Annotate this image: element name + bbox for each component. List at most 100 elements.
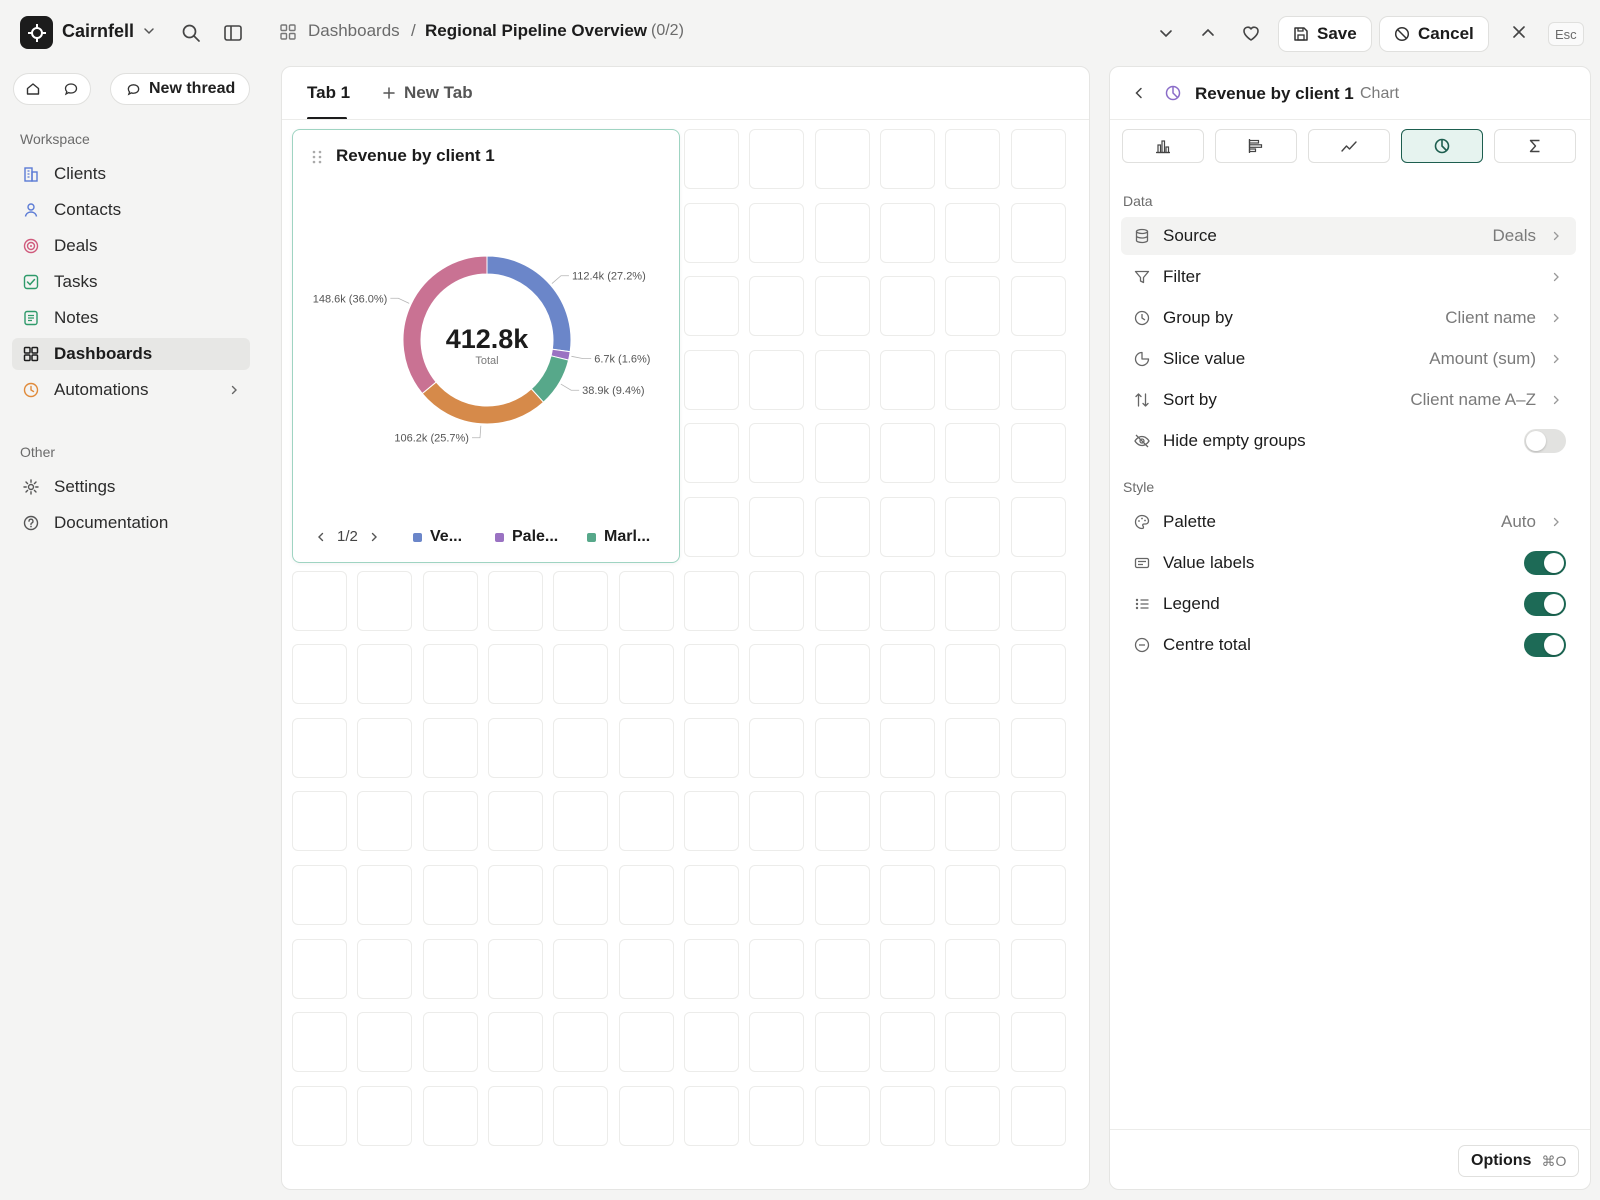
grid-cell [749, 938, 804, 999]
hide-empty-groups-row: Hide empty groups [1121, 422, 1576, 460]
sidebar-item-contacts[interactable]: Contacts [12, 194, 250, 226]
row-value: Auto [1501, 512, 1536, 531]
legend-item[interactable]: Ve... [413, 528, 462, 546]
grid-cell [1011, 938, 1066, 999]
chart-type-horizontal-bar-button[interactable] [1215, 129, 1297, 163]
close-icon[interactable] [1510, 23, 1528, 41]
person-icon [22, 201, 40, 219]
sidebar-item-label: Notes [54, 308, 99, 327]
new-thread-label: New thread [149, 80, 236, 97]
new-thread-button[interactable]: New thread [110, 73, 250, 105]
sort-by-row[interactable]: Sort by Client name A–Z [1121, 381, 1576, 419]
hide-empty-groups-toggle[interactable] [1524, 429, 1566, 453]
centre-total-toggle[interactable] [1524, 633, 1566, 657]
legend-item[interactable]: Marl... [587, 528, 650, 546]
chart-widget[interactable]: Revenue by client 1 112.4k (27.2%) 6.7k (… [292, 129, 680, 563]
chevron-down-icon[interactable] [142, 24, 156, 38]
database-icon [1133, 227, 1151, 245]
sort-icon [1133, 391, 1151, 409]
chevron-right-icon[interactable] [368, 531, 380, 543]
filter-row[interactable]: Filter [1121, 258, 1576, 296]
legend-toggle[interactable] [1524, 592, 1566, 616]
row-value: Amount (sum) [1429, 349, 1536, 368]
options-shortcut: ⌘O [1541, 1152, 1567, 1169]
heart-icon[interactable] [1241, 23, 1261, 43]
grid-cell [880, 791, 935, 852]
sidebar-item-tasks[interactable]: Tasks [12, 266, 250, 298]
dashboard-grid-icon [279, 23, 297, 41]
grid-cell [749, 129, 804, 189]
chat-bubble-icon[interactable] [52, 81, 90, 97]
chevron-right-icon [1550, 230, 1562, 242]
cancel-button[interactable]: Cancel [1379, 16, 1489, 52]
legend-label: Marl... [604, 528, 651, 545]
chart-type-sum-button[interactable] [1494, 129, 1576, 163]
save-button[interactable]: Save [1278, 16, 1372, 52]
eye-off-icon [1133, 432, 1151, 450]
options-button[interactable]: Options ⌘O [1458, 1145, 1580, 1177]
grid-cell [684, 1012, 739, 1073]
sidebar-item-documentation[interactable]: Documentation [12, 507, 250, 539]
grid-cell [945, 570, 1000, 631]
slice-value-row[interactable]: Slice value Amount (sum) [1121, 340, 1576, 378]
grid-cell [553, 1085, 608, 1146]
drag-handle-icon[interactable] [311, 149, 323, 165]
workspace-name[interactable]: Cairnfell [62, 21, 134, 42]
grid-cell [619, 1085, 674, 1146]
chart-type-pie-button[interactable] [1401, 129, 1483, 163]
grid-cell [619, 791, 674, 852]
tab-tab-1[interactable]: Tab 1 [307, 83, 350, 103]
grid-cell [749, 570, 804, 631]
help-icon [22, 514, 40, 532]
sidebar-item-label: Automations [54, 380, 149, 399]
chevron-left-icon[interactable] [315, 531, 327, 543]
sidebar-item-clients[interactable]: Clients [12, 158, 250, 190]
plus-icon [382, 86, 396, 100]
home-icon[interactable] [14, 81, 52, 97]
grid-cell [815, 1085, 870, 1146]
note-icon [22, 309, 40, 327]
chevron-up-icon[interactable] [1199, 24, 1217, 42]
chevron-right-icon [1550, 353, 1562, 365]
back-arrow-icon[interactable] [1132, 86, 1146, 100]
slice-value-label: 38.9k (9.4%) [582, 385, 644, 397]
grid-cell [1011, 276, 1066, 337]
value-labels-toggle[interactable] [1524, 551, 1566, 575]
sidebar-item-settings[interactable]: Settings [12, 471, 250, 503]
slice-value-label: 112.4k (27.2%) [572, 271, 646, 283]
sidebar-item-dashboards[interactable]: Dashboards [12, 338, 250, 370]
chevron-right-icon[interactable] [228, 384, 240, 396]
grid-cell [1011, 202, 1066, 263]
search-icon[interactable] [181, 23, 201, 43]
legend-item[interactable]: Pale... [495, 528, 558, 546]
legend-swatch [495, 532, 504, 542]
sidebar-item-notes[interactable]: Notes [12, 302, 250, 334]
grid-cell [815, 1012, 870, 1073]
grid-cell [749, 717, 804, 778]
sidebar-item-deals[interactable]: Deals [12, 230, 250, 262]
sidebar-item-automations[interactable]: Automations [12, 374, 250, 406]
grid-cell [619, 1012, 674, 1073]
grid-cell [945, 349, 1000, 410]
new-tab-button[interactable]: New Tab [382, 83, 473, 103]
grid-cell [945, 717, 1000, 778]
breadcrumb-root[interactable]: Dashboards [308, 21, 400, 41]
workspace-logo-icon[interactable] [20, 16, 53, 49]
source-row[interactable]: Source Deals [1121, 217, 1576, 255]
chart-type-bar-button[interactable] [1122, 129, 1204, 163]
group-by-row[interactable]: Group by Client name [1121, 299, 1576, 337]
grid-cell [488, 1012, 543, 1073]
legend-swatch [587, 532, 596, 542]
chevron-down-icon[interactable] [1157, 24, 1175, 42]
grid-cell [815, 129, 870, 189]
grid-cell [423, 865, 478, 925]
palette-row[interactable]: Palette Auto [1121, 503, 1576, 541]
grid-cell [749, 202, 804, 263]
chart-type-line-button[interactable] [1308, 129, 1390, 163]
row-label: Legend [1163, 594, 1220, 613]
sidebar-toggle-icon[interactable] [223, 23, 243, 43]
sidebar-item-label: Settings [54, 477, 116, 496]
grid-cell [815, 938, 870, 999]
donut-slice[interactable] [421, 381, 545, 425]
pie-chart-icon [1164, 84, 1182, 102]
